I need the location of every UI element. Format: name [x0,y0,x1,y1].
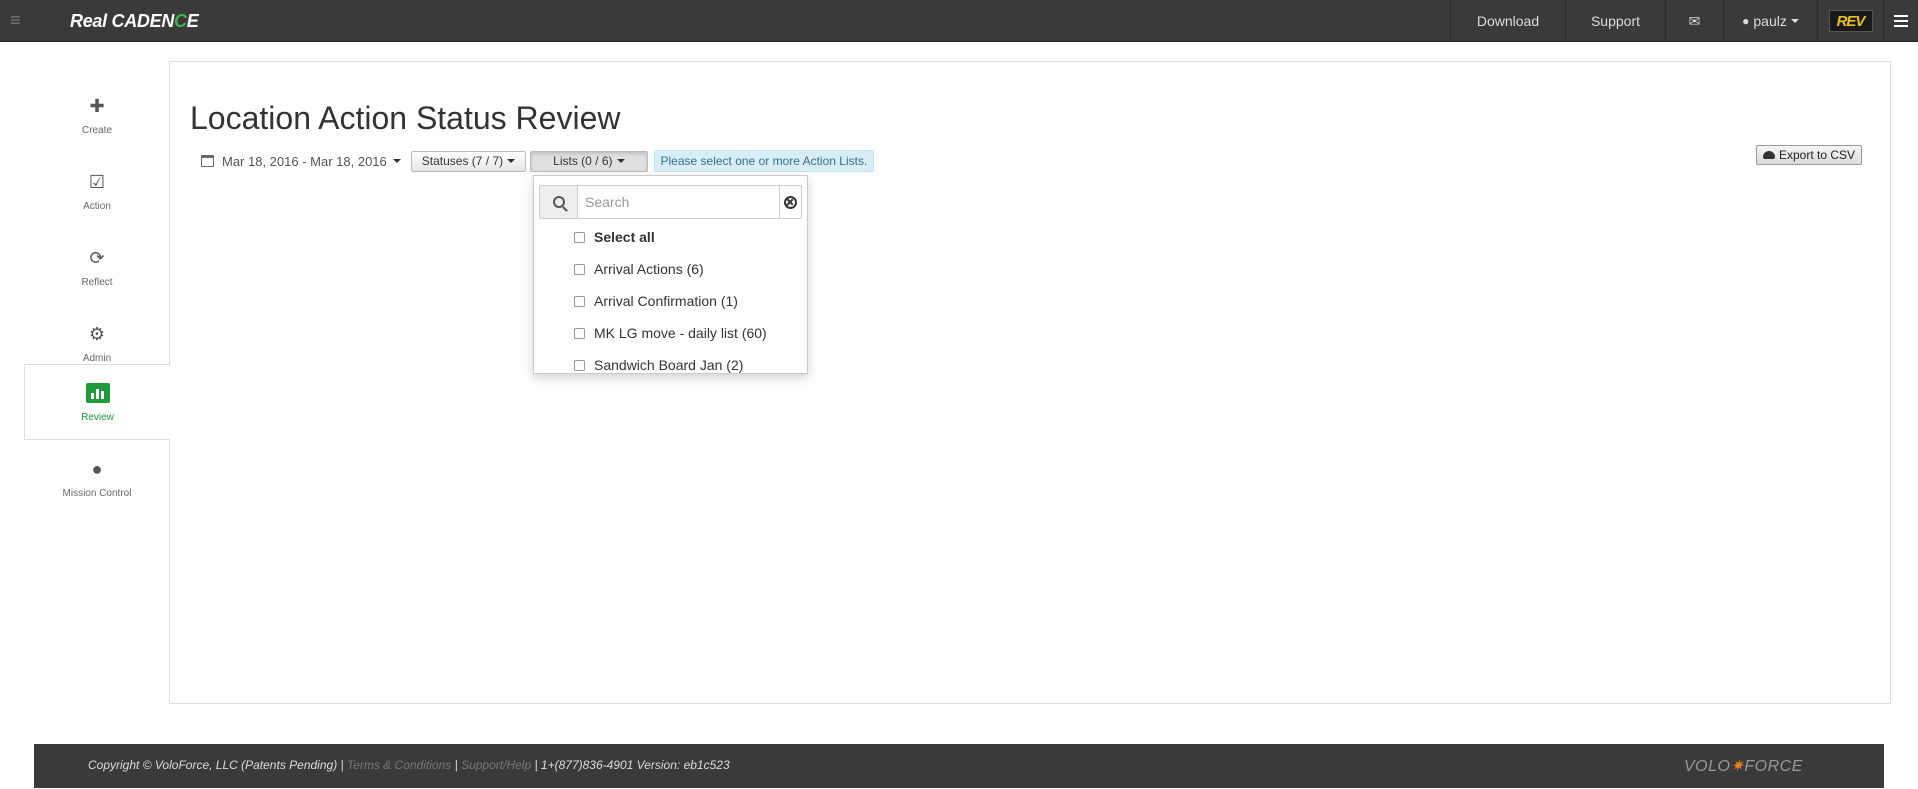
export-csv-button[interactable]: Export to CSV [1756,145,1863,165]
lists-dropdown-menu: Select all Arrival Actions (6) Arrival C… [533,175,808,374]
download-link[interactable]: Download [1450,0,1565,42]
copyright-text: Copyright © VoloForce, LLC (Patents Pend… [88,758,344,772]
search-input[interactable] [577,185,780,219]
list-option[interactable]: MK LG move - daily list (60) [574,323,767,343]
calendar-icon [201,155,214,167]
separator: | [454,758,458,772]
lists-label: Lists (0 / 6) [553,154,613,168]
list-option[interactable]: Sandwich Board Jan (2) [574,355,744,373]
checkbox[interactable] [574,295,585,307]
option-label: Arrival Confirmation (1) [594,293,738,309]
select-all-option[interactable]: Select all [574,227,655,247]
sidebar-item-label: Create [81,125,112,136]
date-range-picker[interactable]: Mar 18, 2016 - Mar 18, 2016 [201,154,411,169]
date-range-value: Mar 18, 2016 - Mar 18, 2016 [222,153,387,169]
checkbox[interactable] [574,359,585,371]
option-label: Select all [594,229,655,245]
cloud-download-icon [1763,151,1775,159]
support-help-link[interactable]: Support/Help [461,758,531,772]
terms-link[interactable]: Terms & Conditions [347,758,451,772]
phone-version-text: | 1+(877)836-4901 Version: eb1c523 [534,758,730,772]
statuses-label: Statuses (7 / 7) [421,154,504,168]
chevron-down-icon [1790,19,1799,23]
option-label: MK LG move - daily list (60) [594,325,767,341]
sidebar-item-reflect[interactable]: ⟳ Reflect [24,230,170,306]
support-link[interactable]: Support [1565,0,1665,42]
sidebar-item-mission-control[interactable]: ● Mission Control [24,441,170,517]
sidebar-item-label: Review [81,412,114,423]
top-navbar: ≡ Real CADENCE Download Support ✉ ● paul… [0,0,1918,42]
user-menu[interactable]: ● paulz [1723,0,1817,42]
sidebar-toggle-icon[interactable]: ≡ [10,10,28,32]
checkbox[interactable] [574,263,585,275]
clear-search-button[interactable] [780,185,802,219]
mail-icon[interactable]: ✉ [1665,0,1723,42]
sidebar-item-review[interactable]: Review [24,364,170,440]
refresh-icon: ⟳ [89,248,105,268]
main-menu-button[interactable] [1883,0,1918,42]
navbar-right: Download Support ✉ ● paulz REV [1450,0,1918,42]
page-title: Location Action Status Review [190,100,621,136]
hamburger-icon [1894,15,1908,27]
sidebar-item-label: Mission Control [62,488,132,499]
bar-chart-icon [25,383,170,403]
list-option[interactable]: Arrival Confirmation (1) [574,291,738,311]
chevron-down-icon [507,159,516,163]
brand-logo[interactable]: Real CADENCE [70,11,199,32]
filter-bar: Mar 18, 2016 - Mar 18, 2016 Statuses (7 … [201,150,875,172]
check-square-icon: ☑ [88,172,106,192]
sidebar-item-create[interactable]: ✚ Create [24,78,170,154]
search-icon [539,185,577,219]
plus-icon: ✚ [89,96,105,116]
gears-icon: ⚙ [88,324,106,344]
statuses-dropdown-button[interactable]: Statuses (7 / 7) [410,150,527,172]
lists-dropdown-button[interactable]: Lists (0 / 6) [530,150,648,172]
checkbox[interactable] [574,327,585,339]
sidebar-item-label: Reflect [81,277,113,288]
footer: Copyright © VoloForce, LLC (Patents Pend… [34,744,1884,788]
rev-logo-image: REV [1828,10,1873,32]
clear-icon [784,195,797,209]
option-label: Arrival Actions (6) [594,261,704,277]
dropdown-search-group [539,185,802,219]
checkbox[interactable] [574,231,585,243]
sidebar-item-action[interactable]: ☑ Action [24,154,170,230]
footer-text: Copyright © VoloForce, LLC (Patents Pend… [88,758,730,772]
option-label: Sandwich Board Jan (2) [594,357,744,373]
export-label: Export to CSV [1779,148,1856,162]
voloforce-logo: VOLO✷FORCE [1684,758,1803,775]
sidebar-item-label: Action [83,201,111,212]
globe-icon: ● [91,459,103,479]
info-message: Please select one or more Action Lists. [653,150,875,172]
user-icon: ● [1742,14,1750,28]
sidebar-item-label: Admin [82,353,112,364]
chevron-down-icon [392,159,401,163]
list-option[interactable]: Arrival Actions (6) [574,259,704,279]
star-icon: ✷ [1730,758,1745,775]
user-name: paulz [1753,13,1787,29]
chevron-down-icon [616,159,625,163]
rev-logo[interactable]: REV [1817,0,1883,42]
